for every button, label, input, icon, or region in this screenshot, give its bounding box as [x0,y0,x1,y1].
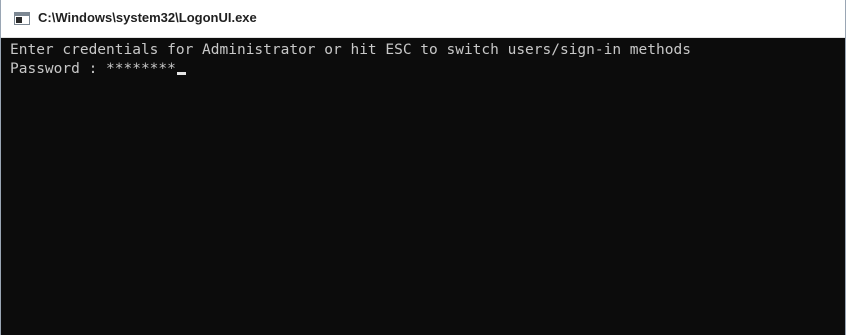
text-cursor [176,72,186,75]
logonui-console-window: C:\Windows\system32\LogonUI.exe Enter cr… [0,0,846,335]
credentials-prompt: Enter credentials for Administrator or h… [10,42,691,58]
window-title: C:\Windows\system32\LogonUI.exe [38,10,257,25]
icon-screen [16,17,22,23]
console-area[interactable]: Enter credentials for Administrator or h… [1,38,845,335]
password-input[interactable]: ******** [106,61,176,77]
password-line[interactable]: Password : ******** [10,60,186,79]
icon-title-strip [15,13,29,16]
password-label: Password : [10,61,107,77]
title-bar[interactable]: C:\Windows\system32\LogonUI.exe [1,0,845,38]
console-window-icon[interactable] [14,12,30,25]
